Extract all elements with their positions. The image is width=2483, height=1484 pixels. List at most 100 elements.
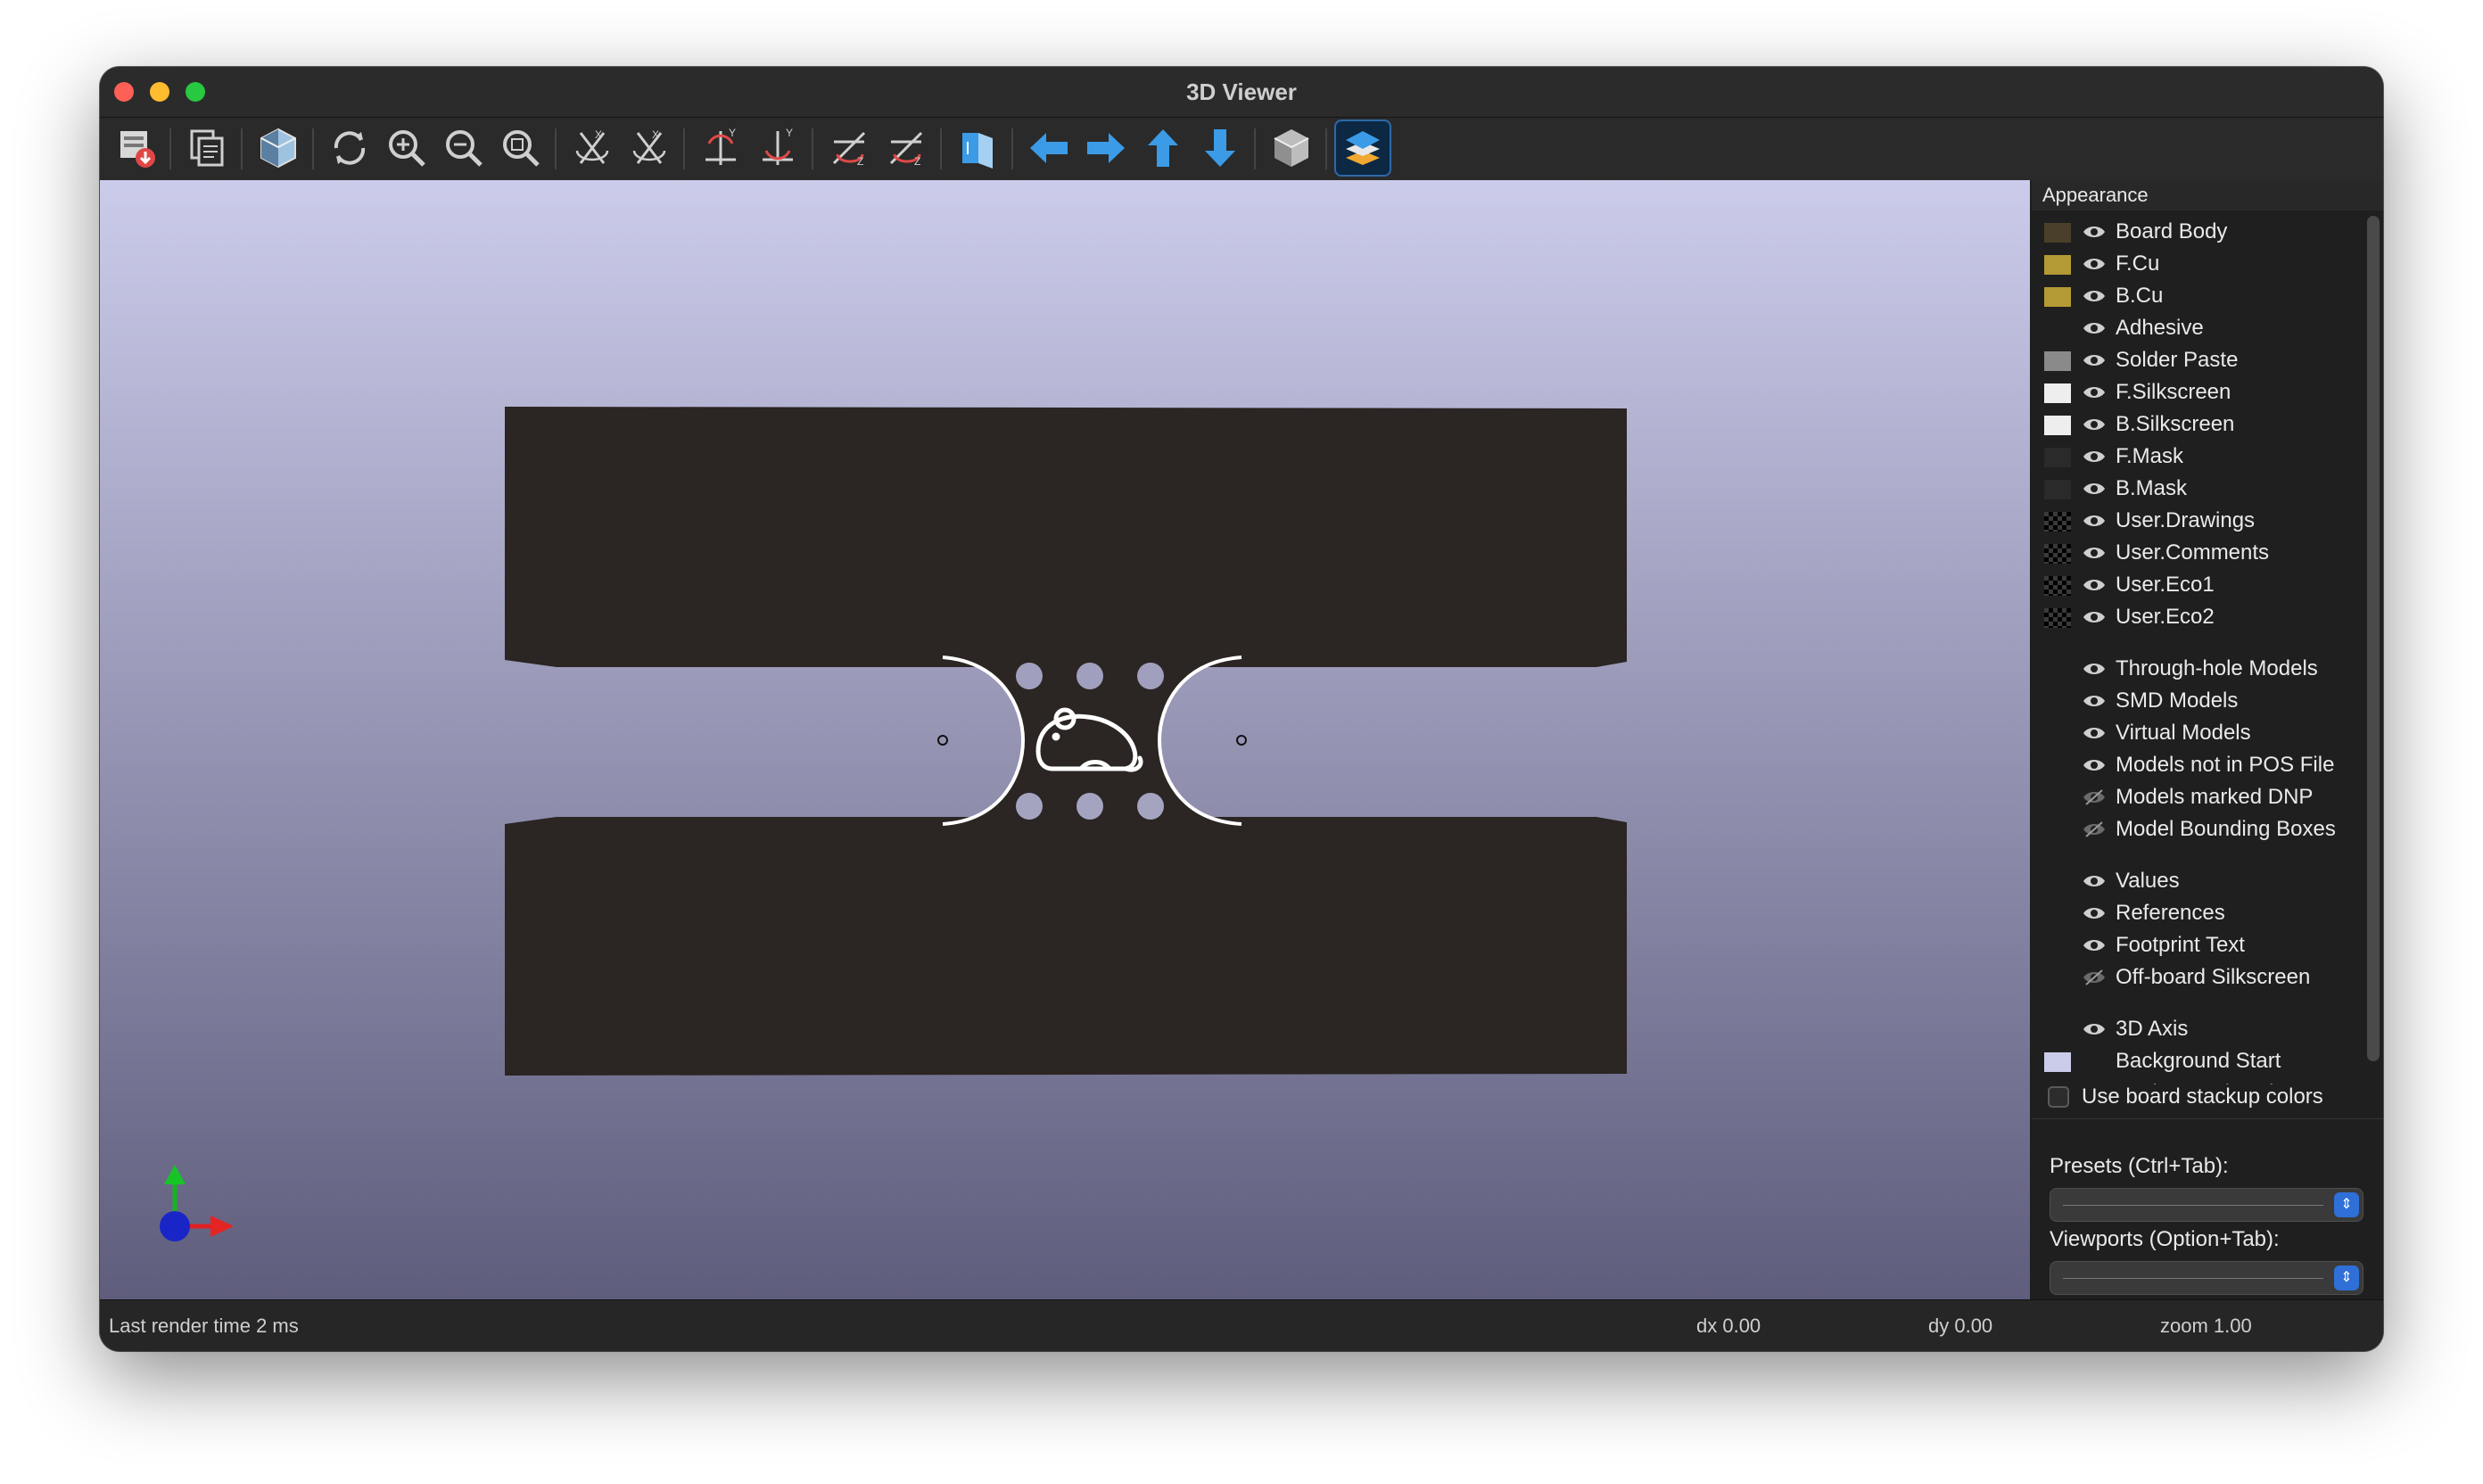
eye-hidden-icon[interactable] xyxy=(2082,788,2107,806)
move-down-button[interactable] xyxy=(1193,121,1247,175)
layer-row[interactable]: Virtual Models xyxy=(2032,717,2362,749)
layer-color-swatch[interactable] xyxy=(2044,512,2071,532)
layer-row[interactable]: Background Start xyxy=(2032,1045,2362,1077)
layer-row[interactable]: Board Body xyxy=(2032,216,2362,248)
orthographic-button[interactable] xyxy=(1265,121,1318,175)
layer-color-swatch[interactable] xyxy=(2044,608,2071,628)
layer-row[interactable]: Models marked DNP xyxy=(2032,781,2362,813)
flip-board-button[interactable] xyxy=(951,121,1004,175)
3d-viewport[interactable] xyxy=(100,180,2030,1299)
appearance-title: Appearance xyxy=(2032,180,2383,210)
reload-button[interactable] xyxy=(323,121,376,175)
layer-color-swatch[interactable] xyxy=(2044,255,2071,275)
eye-icon[interactable] xyxy=(2082,1020,2107,1038)
stackup-colors-row[interactable]: Use board stackup colors xyxy=(2032,1081,2383,1117)
eye-hidden-icon[interactable] xyxy=(2082,820,2107,838)
move-up-button[interactable] xyxy=(1136,121,1190,175)
eye-icon[interactable] xyxy=(2082,255,2107,273)
eye-icon[interactable] xyxy=(2082,448,2107,466)
layer-row[interactable]: Models not in POS File xyxy=(2032,749,2362,781)
layer-row[interactable]: F.Silkscreen xyxy=(2032,376,2362,408)
layer-color-swatch[interactable] xyxy=(2044,287,2071,307)
layer-color-swatch xyxy=(2044,788,2071,808)
layer-row[interactable]: Values xyxy=(2032,865,2362,897)
layer-color-swatch[interactable] xyxy=(2044,576,2071,596)
zoom-out-button[interactable] xyxy=(437,121,491,175)
layer-row[interactable]: Off-board Silkscreen xyxy=(2032,961,2362,993)
eye-icon[interactable] xyxy=(2082,223,2107,241)
layer-row[interactable]: User.Eco2 xyxy=(2032,601,2362,633)
copy-to-clipboard-button[interactable] xyxy=(180,121,234,175)
svg-text:Y: Y xyxy=(729,127,736,139)
rotate-y-ccw-button[interactable]: Y xyxy=(751,121,804,175)
layer-color-swatch[interactable] xyxy=(2044,1052,2071,1072)
move-right-button[interactable] xyxy=(1079,121,1133,175)
layer-color-swatch[interactable] xyxy=(2044,223,2071,243)
raytracing-button[interactable] xyxy=(252,121,305,175)
layer-row[interactable]: User.Drawings xyxy=(2032,505,2362,537)
eye-icon[interactable] xyxy=(2082,351,2107,369)
eye-hidden-icon[interactable] xyxy=(2082,969,2107,986)
layer-row[interactable]: Footprint Text xyxy=(2032,929,2362,961)
layer-color-swatch[interactable] xyxy=(2044,416,2071,435)
layer-color-swatch[interactable] xyxy=(2044,383,2071,403)
eye-icon[interactable] xyxy=(2082,608,2107,626)
window-title: 3D Viewer xyxy=(1186,78,1297,105)
layer-row[interactable]: B.Silkscreen xyxy=(2032,408,2362,441)
layer-row[interactable]: User.Comments xyxy=(2032,537,2362,569)
rotate-x-ccw-button[interactable]: X xyxy=(623,121,676,175)
zoom-fit-button[interactable] xyxy=(494,121,548,175)
layer-row[interactable]: Adhesive xyxy=(2032,312,2362,344)
eye-icon[interactable] xyxy=(2082,319,2107,337)
eye-icon[interactable] xyxy=(2082,287,2107,305)
rotate-y-cw-button[interactable]: Y xyxy=(694,121,747,175)
layer-list-scrollbar[interactable] xyxy=(2367,216,2380,1061)
presets-select[interactable]: ⇕ xyxy=(2050,1188,2363,1222)
viewports-select[interactable]: ⇕ xyxy=(2050,1261,2363,1295)
layer-row[interactable]: 3D Axis xyxy=(2032,1013,2362,1045)
move-left-button[interactable] xyxy=(1022,121,1076,175)
eye-icon[interactable] xyxy=(2082,544,2107,562)
layers-manager-button[interactable] xyxy=(1334,120,1391,177)
eye-icon[interactable] xyxy=(2082,872,2107,890)
layer-color-swatch[interactable] xyxy=(2044,448,2071,467)
eye-icon[interactable] xyxy=(2082,512,2107,530)
eye-icon[interactable] xyxy=(2082,480,2107,498)
rotate-z-cw-button[interactable]: Z xyxy=(822,121,876,175)
eye-icon[interactable] xyxy=(2082,724,2107,742)
layer-color-swatch xyxy=(2044,904,2071,924)
eye-icon[interactable] xyxy=(2082,936,2107,954)
layer-row[interactable]: Model Bounding Boxes xyxy=(2032,813,2362,845)
chevron-updown-icon: ⇕ xyxy=(2334,1266,2359,1290)
eye-icon[interactable] xyxy=(2082,904,2107,922)
layer-row[interactable]: B.Cu xyxy=(2032,280,2362,312)
layer-row[interactable]: SMD Models xyxy=(2032,685,2362,717)
rotate-x-cw-button[interactable]: X xyxy=(565,121,619,175)
appearance-panel: Appearance Board Body F.Cu B.Cu Adhesive Sol… xyxy=(2032,180,2383,1299)
rotate-z-ccw-button[interactable]: Z xyxy=(879,121,933,175)
layer-row[interactable]: Solder Paste xyxy=(2032,344,2362,376)
layer-row[interactable]: User.Eco1 xyxy=(2032,569,2362,601)
layer-list: Board Body F.Cu B.Cu Adhesive Solder Paste F.… xyxy=(2032,210,2362,1084)
export-image-button[interactable] xyxy=(109,121,162,175)
layer-row[interactable]: F.Mask xyxy=(2032,441,2362,473)
pcb-render xyxy=(160,407,1627,1241)
layer-row[interactable]: B.Mask xyxy=(2032,473,2362,505)
zoom-in-button[interactable] xyxy=(380,121,433,175)
layer-color-swatch[interactable] xyxy=(2044,544,2071,564)
eye-icon[interactable] xyxy=(2082,756,2107,774)
eye-icon[interactable] xyxy=(2082,692,2107,710)
eye-icon[interactable] xyxy=(2082,660,2107,678)
eye-icon[interactable] xyxy=(2082,416,2107,433)
layer-color-swatch[interactable] xyxy=(2044,480,2071,499)
layer-row[interactable]: F.Cu xyxy=(2032,248,2362,280)
stackup-colors-checkbox[interactable] xyxy=(2048,1086,2069,1108)
layer-color-swatch[interactable] xyxy=(2044,351,2071,371)
layer-row[interactable]: Through-hole Models xyxy=(2032,653,2362,685)
layer-row[interactable]: References xyxy=(2032,897,2362,929)
arrow-down-icon xyxy=(1205,129,1235,167)
export-image-icon xyxy=(120,131,155,168)
eye-icon[interactable] xyxy=(2082,576,2107,594)
layer-label: F.Cu xyxy=(2116,251,2160,276)
eye-icon[interactable] xyxy=(2082,383,2107,401)
